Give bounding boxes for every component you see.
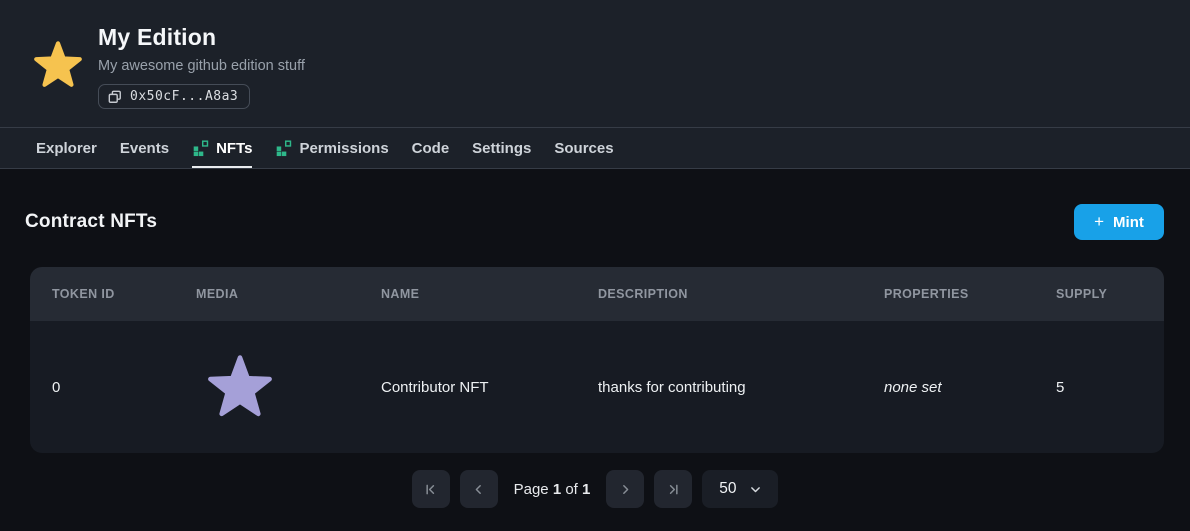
total-pages: 1	[582, 481, 590, 498]
chevron-down-icon	[749, 483, 762, 496]
next-page-button[interactable]	[606, 470, 644, 508]
tab-label: Code	[412, 140, 450, 157]
page-indicator: Page 1 of 1	[514, 481, 591, 498]
mint-button[interactable]: + Mint	[1074, 204, 1164, 240]
column-header-name: NAME	[359, 267, 576, 321]
plus-icon: +	[1094, 213, 1104, 230]
tab-events[interactable]: Events	[120, 128, 169, 168]
last-page-button[interactable]	[654, 470, 692, 508]
column-header-media: MEDIA	[174, 267, 359, 321]
tab-label: Permissions	[299, 140, 388, 157]
contract-subtitle: My awesome github edition stuff	[98, 58, 305, 74]
last-page-icon	[666, 482, 681, 497]
cell-supply: 5	[1034, 321, 1164, 453]
cell-token-id: 0	[30, 321, 174, 453]
cell-properties: none set	[862, 321, 1034, 453]
tab-code[interactable]: Code	[412, 128, 450, 168]
extension-icon	[275, 140, 292, 157]
page-title: Contract NFTs	[25, 211, 157, 233]
column-header-properties: PROPERTIES	[862, 267, 1034, 321]
pagination: Page 1 of 1 50	[0, 470, 1190, 508]
contract-address: 0x50cF...A8a3	[130, 89, 238, 104]
chevron-right-icon	[618, 482, 633, 497]
extension-icon	[192, 140, 209, 157]
tab-label: Explorer	[36, 140, 97, 157]
column-header-supply: SUPPLY	[1034, 267, 1164, 321]
first-page-button[interactable]	[412, 470, 450, 508]
cell-media	[174, 321, 359, 453]
page-prefix: Page	[514, 481, 549, 498]
tab-label: NFTs	[216, 140, 252, 157]
tab-permissions[interactable]: Permissions	[275, 128, 388, 168]
nft-media-star-image	[206, 353, 274, 421]
mint-button-label: Mint	[1113, 214, 1144, 231]
tab-explorer[interactable]: Explorer	[36, 128, 97, 168]
contract-header: My Edition My awesome github edition stu…	[0, 0, 1190, 127]
copy-icon	[108, 90, 122, 104]
of-label: of	[565, 481, 578, 498]
column-header-description: DESCRIPTION	[576, 267, 862, 321]
tab-label: Settings	[472, 140, 531, 157]
copy-address-button[interactable]: 0x50cF...A8a3	[98, 84, 250, 109]
chevron-left-icon	[471, 482, 486, 497]
current-page: 1	[553, 481, 561, 498]
column-header-token-id: TOKEN ID	[30, 267, 174, 321]
tab-nfts[interactable]: NFTs	[192, 128, 252, 168]
table-header-row: TOKEN ID MEDIA NAME DESCRIPTION PROPERTI…	[30, 267, 1164, 321]
table-row[interactable]: 0 Contributor NFT thanks for contributin…	[30, 321, 1164, 453]
contract-tabbar: Explorer Events NFTs Permissions Code Se…	[0, 127, 1190, 169]
tab-sources[interactable]: Sources	[554, 128, 613, 168]
cell-name: Contributor NFT	[359, 321, 576, 453]
page-size-select[interactable]: 50	[702, 470, 778, 508]
contract-title: My Edition	[98, 24, 305, 51]
tab-label: Sources	[554, 140, 613, 157]
cell-description: thanks for contributing	[576, 321, 862, 453]
tab-label: Events	[120, 140, 169, 157]
tab-settings[interactable]: Settings	[472, 128, 531, 168]
page-size-value: 50	[719, 480, 736, 498]
first-page-icon	[423, 482, 438, 497]
nft-table: TOKEN ID MEDIA NAME DESCRIPTION PROPERTI…	[30, 267, 1164, 453]
nfts-panel: Contract NFTs + Mint TOKEN ID MEDIA NAME…	[0, 169, 1190, 508]
previous-page-button[interactable]	[460, 470, 498, 508]
star-icon	[33, 40, 83, 90]
